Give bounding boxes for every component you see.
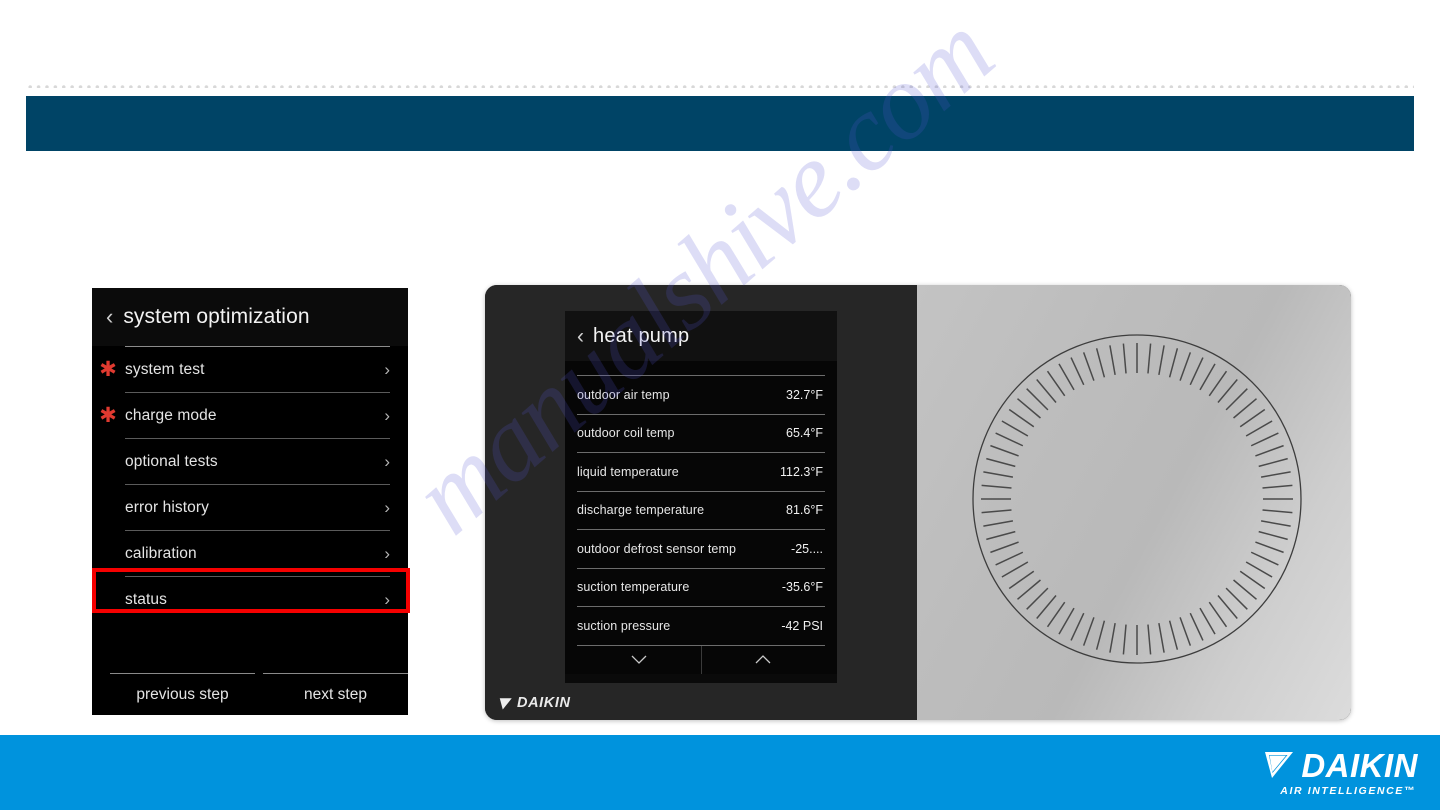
reading-value: 65.4°F — [786, 426, 823, 441]
daikin-mark-icon — [499, 697, 512, 709]
chevron-right-icon: › — [384, 360, 390, 379]
device-screen: ‹ heat pump outdoor fan RPM 800 outdoor … — [565, 311, 837, 683]
menu-item-status[interactable]: status › — [125, 576, 390, 622]
system-optimization-panel: ‹ system optimization ✱ system test › ✱ … — [92, 288, 408, 715]
menu-item-label: charge mode — [125, 406, 217, 424]
chevron-down-icon[interactable] — [577, 645, 702, 674]
chevron-up-icon[interactable] — [702, 646, 826, 674]
menu-item-calibration[interactable]: calibration › — [125, 530, 390, 576]
footer-logo-main: DAIKIN — [1263, 749, 1418, 782]
reading-value: -35.6°F — [781, 580, 823, 595]
menu-item-charge-mode[interactable]: ✱ charge mode › — [99, 392, 390, 438]
reading-row: outdoor fan RPM 800 — [577, 361, 825, 376]
asterisk-icon: ✱ — [99, 403, 117, 427]
daikin-footer-logo: DAIKIN AIR INTELLIGENCE™ — [1263, 749, 1418, 797]
rotary-dial[interactable] — [967, 329, 1307, 669]
reading-value: 32.7°F — [786, 387, 823, 402]
menu-item-error-history[interactable]: error history › — [125, 484, 390, 530]
heat-pump-readings-list[interactable]: outdoor fan RPM 800 outdoor air temp 32.… — [565, 361, 837, 674]
asterisk-icon: ✱ — [99, 357, 117, 381]
menu-item-label: system test — [125, 360, 205, 378]
menu-item-system-test[interactable]: ✱ system test › — [99, 346, 390, 392]
dotted-divider — [26, 84, 1414, 88]
menu-item-label: error history — [125, 498, 209, 516]
screen-title: heat pump — [593, 324, 690, 347]
menu-item-label: optional tests — [125, 452, 218, 470]
panel-footer: previous step next step — [92, 673, 408, 715]
screen-scroll-nav — [577, 645, 826, 674]
device-brand-logo: DAIKIN — [499, 695, 571, 711]
slide-canvas: ‹ system optimization ✱ system test › ✱ … — [0, 0, 1440, 810]
reading-key: suction pressure — [577, 618, 671, 633]
chevron-right-icon: › — [384, 590, 390, 609]
reading-row: outdoor defrost sensor temp -25.... — [577, 530, 825, 569]
reading-row: suction pressure -42 PSI — [577, 607, 825, 646]
menu-list: ✱ system test › ✱ charge mode › optional… — [92, 346, 408, 667]
reading-value: 81.6°F — [786, 503, 823, 518]
reading-value: -42 PSI — [781, 618, 823, 633]
menu-empty-row — [92, 622, 408, 667]
thermostat-device-photo: ‹ heat pump outdoor fan RPM 800 outdoor … — [485, 285, 1351, 720]
chevron-right-icon: › — [384, 498, 390, 517]
chevron-left-icon[interactable]: ‹ — [106, 306, 113, 328]
menu-item-optional-tests[interactable]: optional tests › — [125, 438, 390, 484]
reading-key: outdoor coil temp — [577, 426, 675, 441]
reading-value: 800 — [802, 361, 825, 364]
reading-value: -25.... — [791, 541, 823, 556]
menu-item-label: status — [125, 590, 167, 608]
reading-row: outdoor air temp 32.7°F — [577, 376, 825, 415]
chevron-right-icon: › — [384, 406, 390, 425]
reading-key: outdoor fan RPM — [577, 361, 673, 364]
chevron-left-icon[interactable]: ‹ — [577, 326, 584, 347]
reading-key: outdoor air temp — [577, 387, 670, 402]
previous-step-button[interactable]: previous step — [110, 673, 255, 715]
footer-brand-text: DAIKIN — [1301, 746, 1418, 784]
daikin-mark-icon — [1265, 752, 1294, 778]
reading-key: outdoor defrost sensor temp — [577, 541, 737, 556]
chevron-right-icon: › — [384, 452, 390, 471]
device-brand-text: DAIKIN — [517, 695, 571, 711]
reading-row: outdoor coil temp 65.4°F — [577, 415, 825, 453]
footer-tagline: AIR INTELLIGENCE™ — [1280, 784, 1416, 797]
slide-header-band — [26, 96, 1414, 151]
reading-key: suction temperature — [577, 580, 690, 595]
reading-row: liquid temperature 112.3°F — [577, 453, 825, 492]
screen-header: ‹ heat pump — [565, 311, 837, 361]
chevron-right-icon: › — [384, 544, 390, 563]
reading-key: liquid temperature — [577, 464, 679, 479]
reading-row: suction temperature -35.6°F — [577, 569, 825, 607]
panel-title: system optimization — [123, 305, 310, 328]
next-step-button[interactable]: next step — [263, 673, 408, 715]
reading-row: discharge temperature 81.6°F — [577, 492, 825, 530]
menu-item-label: calibration — [125, 544, 197, 562]
panel-header: ‹ system optimization — [92, 288, 408, 346]
reading-value: 112.3°F — [780, 464, 823, 479]
footer-bar: DAIKIN AIR INTELLIGENCE™ — [0, 735, 1440, 810]
reading-key: discharge temperature — [577, 503, 705, 518]
